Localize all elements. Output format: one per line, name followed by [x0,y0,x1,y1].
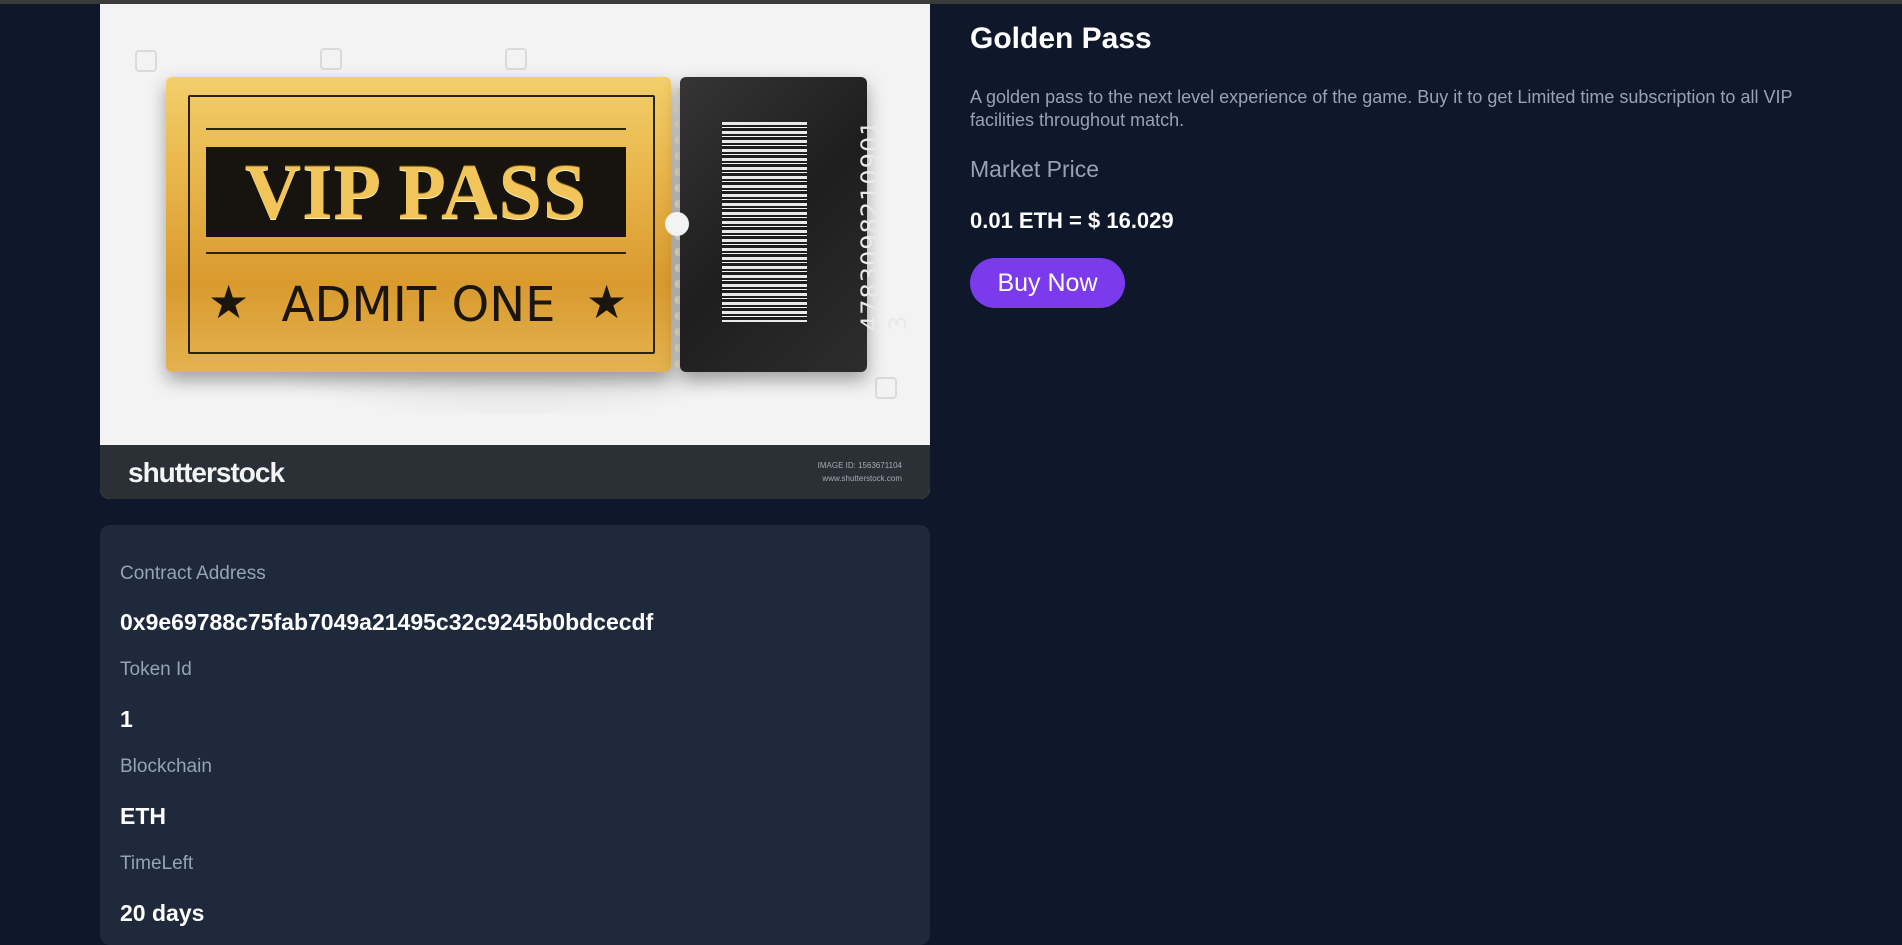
blockchain-label: Blockchain [120,756,212,777]
barcode-icon [722,122,807,322]
blockchain-value: ETH [120,803,166,829]
ticket-stub: 4783098210901 3 [680,77,912,372]
stock-meta-url: www.shutterstock.com [822,474,902,483]
details-card: Contract Address 0x9e69788c75fab7049a214… [100,525,930,945]
stock-logo: shutterstock [128,457,285,488]
barcode-number: 4783098210901 3 [856,119,912,331]
stock-footer: shutterstock IMAGE ID: 1563671104 www.sh… [100,445,930,499]
watermark-icon [320,48,342,70]
watermark-icon [875,377,897,399]
star-icon: ★ [586,276,628,328]
contract-address-value: 0x9e69788c75fab7049a21495c32c9245b0bdcec… [120,609,654,635]
market-price-value: 0.01 ETH = $ 16.029 [970,208,1174,233]
nft-title: Golden Pass [970,22,1152,55]
contract-address-label: Contract Address [120,563,266,584]
nft-description: A golden pass to the next level experien… [970,87,1793,130]
stock-meta-id: IMAGE ID: 1563671104 [817,461,902,470]
ticket-hole [665,212,689,236]
vip-pass-text: VIP PASS [206,147,626,237]
ticket-divider [206,128,626,130]
buy-now-button[interactable]: Buy Now [970,258,1125,308]
market-price-label: Market Price [970,156,1100,182]
watermark-icon [135,50,157,72]
ticket-gold-section: VIP PASS ★ ADMIT ONE ★ [166,77,671,372]
timeleft-label: TimeLeft [120,853,194,874]
ticket-divider [206,252,626,254]
watermark-icon [505,48,527,70]
token-id-label: Token Id [120,659,192,680]
nft-image: VIP PASS ★ ADMIT ONE ★ 4783098210901 3 s… [100,4,930,499]
token-id-value: 1 [120,706,133,732]
stock-meta: IMAGE ID: 1563671104 www.shutterstock.co… [792,459,902,485]
timeleft-value: 20 days [120,900,205,926]
